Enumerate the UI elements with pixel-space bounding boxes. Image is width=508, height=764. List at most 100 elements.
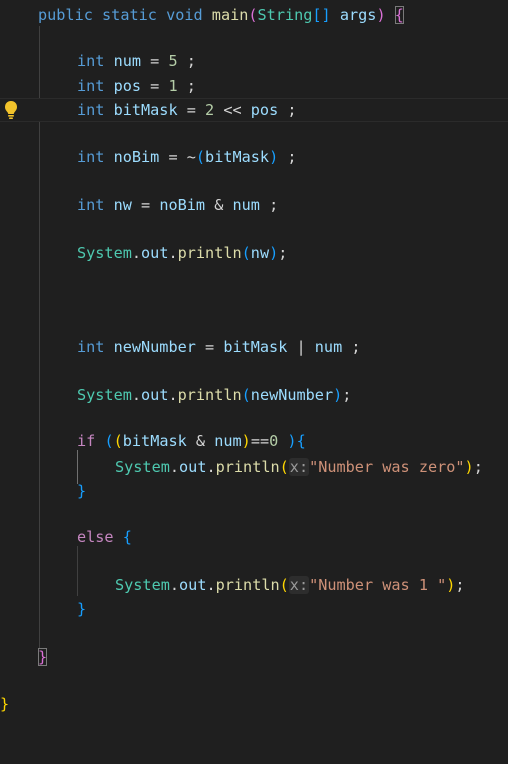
var-ref-bitmask: bitMask [205, 148, 270, 166]
class-system: System [115, 458, 170, 476]
code-line-bitmask[interactable]: int bitMask = 2 << pos ; [0, 98, 508, 122]
method-println: println [177, 244, 242, 262]
operator-equals: == [250, 432, 270, 450]
brace-open: { [122, 528, 132, 546]
dot: . [169, 576, 180, 594]
code-line-else[interactable]: else { [0, 525, 508, 549]
operator-and: & [186, 432, 215, 450]
code-line-else-close[interactable]: } [0, 597, 508, 621]
brace-close: } [77, 482, 87, 500]
paren-close-outer: ) [278, 432, 297, 450]
paren-open: ( [195, 148, 206, 166]
operator-assign: = [141, 52, 169, 70]
keyword-int: int [77, 101, 105, 119]
semicolon: ; [278, 101, 297, 119]
code-line-print-newnumber[interactable]: System.out.println(newNumber); [0, 383, 508, 407]
dot: . [131, 244, 142, 262]
code-line-class-close[interactable]: } [0, 692, 508, 716]
keyword-int: int [77, 148, 105, 166]
paren-open: ( [279, 458, 289, 476]
field-out: out [179, 458, 207, 476]
semicolon: ; [278, 148, 297, 166]
dot: . [168, 386, 178, 404]
code-line-newnumber[interactable]: int newNumber = bitMask | num ; [0, 335, 508, 359]
var-ref-pos: pos [250, 101, 279, 119]
semicolon: ; [342, 386, 352, 404]
method-println: println [215, 576, 280, 594]
var-bitmask: bitMask [113, 101, 178, 119]
number-literal: 0 [269, 432, 279, 450]
code-editor[interactable]: public static void main(String[] args) {… [0, 0, 508, 725]
var-nw: nw [113, 196, 132, 214]
keyword-int: int [77, 338, 105, 356]
class-system: System [77, 386, 132, 404]
paren-open: ( [279, 576, 289, 594]
brace-open-matched: { [394, 6, 404, 24]
parameter-hint: x: [288, 458, 310, 476]
operator-or: | [287, 338, 315, 356]
paren-open-outer: ( [104, 432, 114, 450]
method-println: println [177, 386, 242, 404]
keyword-int: int [77, 77, 105, 95]
paren-close: ) [269, 244, 279, 262]
method-println: println [215, 458, 280, 476]
operator-assign: = [131, 196, 160, 214]
dot: . [131, 386, 142, 404]
paren-close: ) [333, 386, 343, 404]
code-line-if[interactable]: if ((bitMask & num)==0 ){ [0, 429, 508, 453]
operator-assign: = [177, 101, 206, 119]
var-ref-bitmask: bitMask [122, 432, 187, 450]
class-system: System [115, 576, 170, 594]
semicolon: ; [455, 576, 465, 594]
method-name-main: main [211, 6, 249, 24]
code-line-main-declaration[interactable]: public static void main(String[] args) { [0, 3, 508, 27]
code-line-nw[interactable]: int nw = noBim & num ; [0, 193, 508, 217]
brace-close: } [0, 695, 10, 713]
brace-close-matched: } [38, 648, 48, 666]
var-pos: pos [113, 77, 142, 95]
var-ref-num: num [214, 432, 242, 450]
paren-close: ) [464, 458, 474, 476]
operator-and: & [205, 196, 233, 214]
keyword-else: else [77, 528, 114, 546]
arg-nw: nw [250, 244, 270, 262]
field-out: out [141, 386, 169, 404]
code-line-print-one[interactable]: System.out.println(x:"Number was 1 "); [0, 573, 508, 597]
dot: . [169, 458, 180, 476]
code-line-pos[interactable]: int pos = 1 ; [0, 74, 508, 98]
var-ref-nobim: noBim [159, 196, 206, 214]
keyword-static: static [102, 6, 157, 24]
type-string: String [257, 6, 313, 24]
code-line-main-close[interactable]: } [0, 645, 508, 669]
var-ref-num: num [314, 338, 343, 356]
number-literal: 1 [168, 77, 178, 95]
operator-assign: = [195, 338, 224, 356]
code-line-nobim[interactable]: int noBim = ~(bitMask) ; [0, 145, 508, 169]
var-newnumber: newNumber [113, 338, 196, 356]
code-line-print-nw[interactable]: System.out.println(nw); [0, 241, 508, 265]
paren-open-inner: ( [113, 432, 123, 450]
param-args: args [339, 6, 377, 24]
dot: . [206, 576, 216, 594]
code-line-num[interactable]: int num = 5 ; [0, 49, 508, 73]
dot: . [168, 244, 178, 262]
keyword-int: int [77, 52, 105, 70]
paren-open: ( [248, 6, 258, 24]
semicolon: ; [259, 196, 279, 214]
code-line-if-close[interactable]: } [0, 479, 508, 503]
var-ref-bitmask: bitMask [223, 338, 288, 356]
class-system: System [77, 244, 132, 262]
code-line-print-zero[interactable]: System.out.println(x:"Number was zero"); [0, 455, 508, 479]
keyword-int: int [77, 196, 105, 214]
keyword-if: if [77, 432, 96, 450]
keyword-public: public [38, 6, 93, 24]
brace-open: { [296, 432, 306, 450]
semicolon: ; [278, 244, 288, 262]
string-literal: "Number was zero" [309, 458, 465, 476]
operator-shift: << [214, 101, 251, 119]
brace-close: } [77, 600, 87, 618]
dot: . [206, 458, 216, 476]
var-ref-num: num [232, 196, 260, 214]
var-num: num [113, 52, 142, 70]
number-literal: 5 [168, 52, 178, 70]
